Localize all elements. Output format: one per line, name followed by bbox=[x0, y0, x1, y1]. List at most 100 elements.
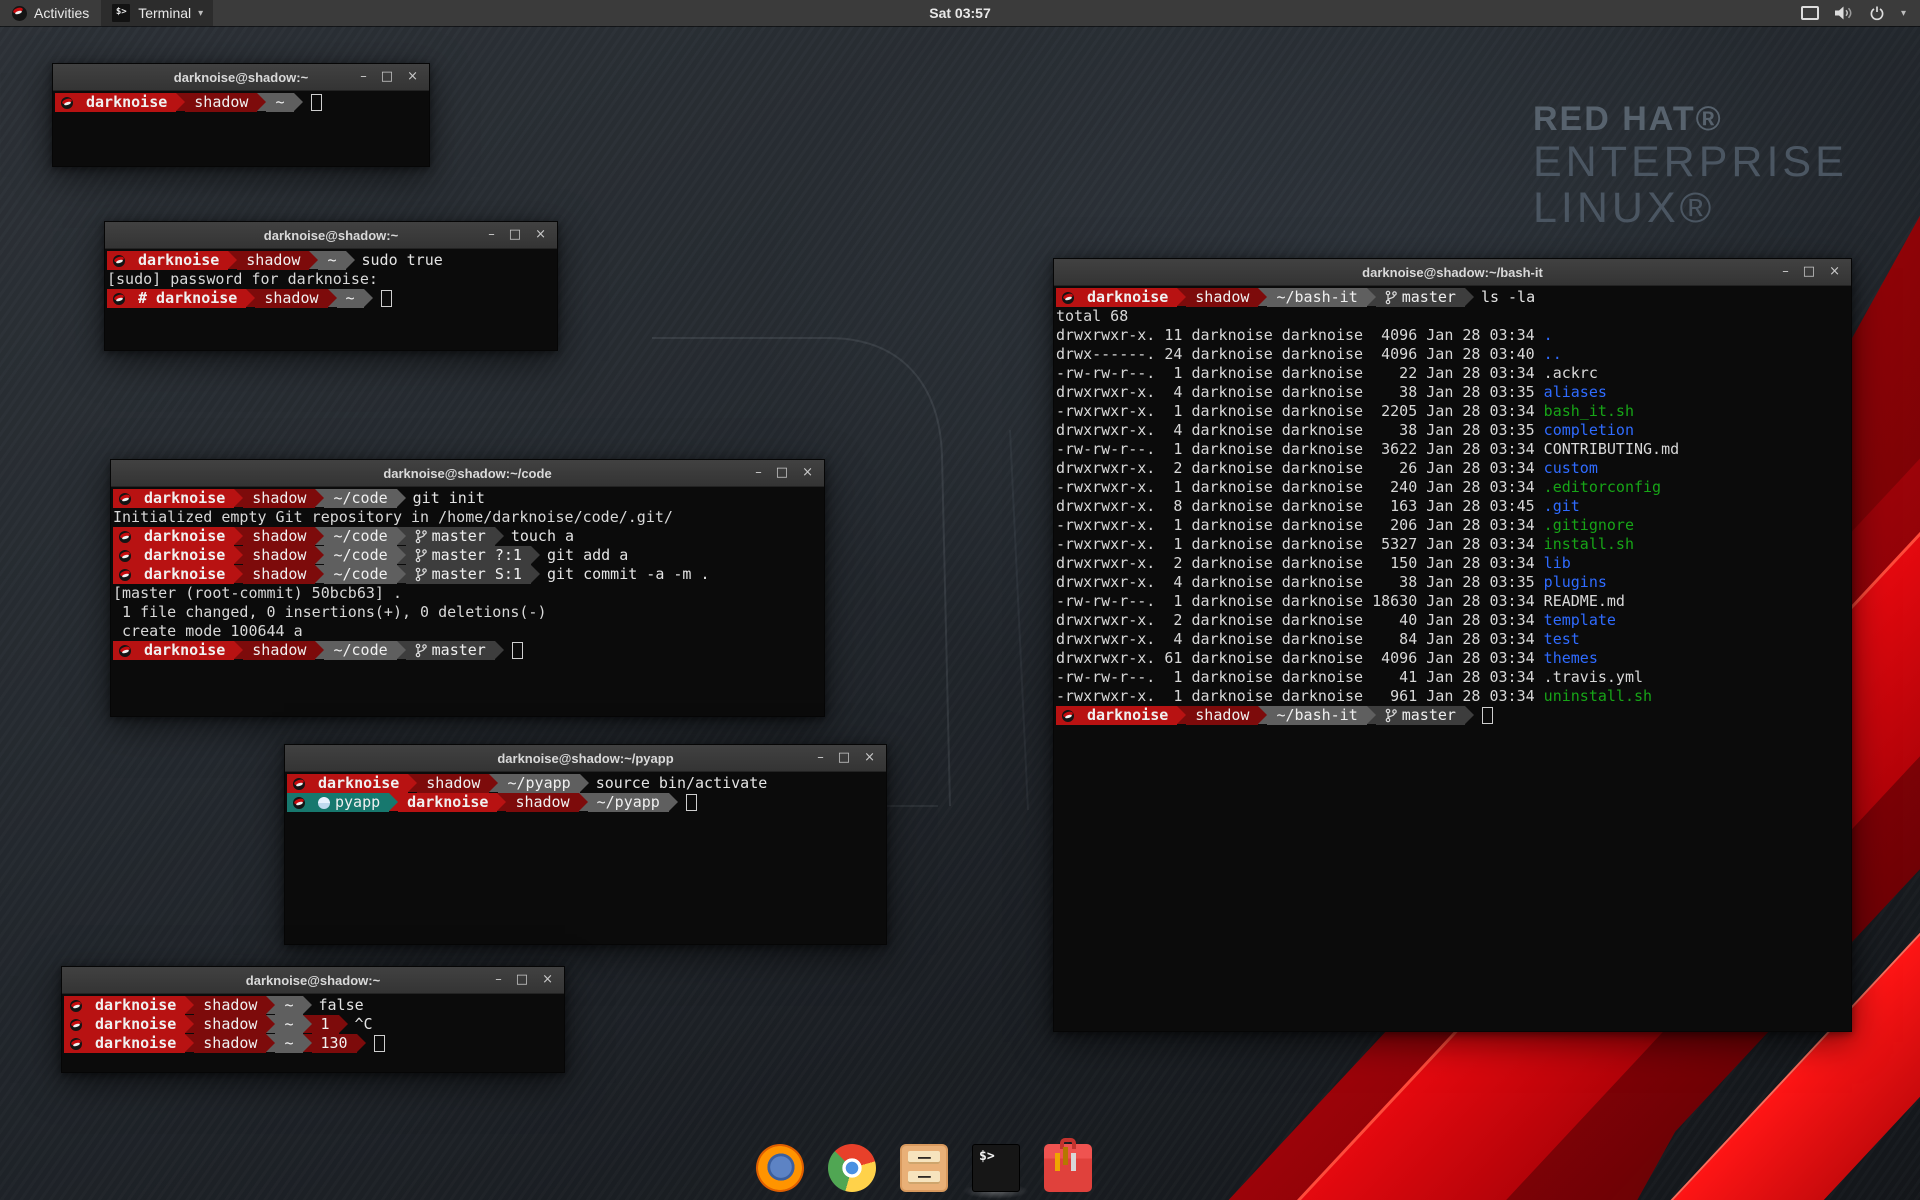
git-branch-icon bbox=[415, 529, 427, 544]
dock-item-toolbox[interactable] bbox=[1044, 1144, 1092, 1192]
redhat-prompt-icon bbox=[119, 531, 131, 543]
terminal-window-exit-codes[interactable]: darknoise@shadow:~–□×darknoiseshadow~fal… bbox=[61, 966, 565, 1073]
powerline-separator bbox=[408, 774, 417, 792]
minimize-button[interactable]: – bbox=[495, 967, 502, 993]
segment-label: 1 bbox=[321, 1015, 330, 1034]
segment-label: master bbox=[1402, 706, 1456, 725]
maximize-button[interactable]: □ bbox=[776, 460, 788, 486]
powerline-separator bbox=[397, 641, 406, 659]
segment-label: darknoise bbox=[144, 546, 225, 565]
prompt-line: darknoiseshadow~/pyappsource bin/activat… bbox=[287, 774, 884, 793]
powerline-separator bbox=[185, 1015, 194, 1033]
dock-item-chrome[interactable] bbox=[828, 1144, 876, 1192]
segment-label: ~/code bbox=[333, 489, 387, 508]
file-list-row: drwxrwxr-x. 4 darknoise darknoise 38 Jan… bbox=[1056, 573, 1849, 592]
file-name: .ackrc bbox=[1544, 364, 1598, 382]
file-list-row: -rw-rw-r--. 1 darknoise darknoise 3622 J… bbox=[1056, 440, 1849, 459]
segment-label: ~/code bbox=[333, 546, 387, 565]
terminal-content[interactable]: darknoiseshadow~/codegit initInitialized… bbox=[111, 487, 824, 662]
close-button[interactable]: × bbox=[535, 222, 546, 248]
redhat-prompt-icon bbox=[119, 569, 131, 581]
file-list-row: -rwxrwxr-x. 1 darknoise darknoise 2205 J… bbox=[1056, 402, 1849, 421]
rhel-branding: RED HAT® ENTERPRISE LINUX® bbox=[1533, 100, 1848, 232]
app-menu-terminal[interactable]: $> Terminal ▾ bbox=[101, 0, 213, 26]
powerline-separator bbox=[266, 996, 275, 1014]
close-button[interactable]: × bbox=[407, 64, 418, 90]
maximize-button[interactable]: □ bbox=[1803, 259, 1815, 285]
maximize-button[interactable]: □ bbox=[516, 967, 528, 993]
git-branch-icon bbox=[415, 643, 427, 658]
powerline-segment: darknoise bbox=[135, 565, 234, 584]
segment-label: shadow bbox=[203, 1034, 257, 1053]
terminal-window-sudo[interactable]: darknoise@shadow:~–□×darknoiseshadow~sud… bbox=[104, 221, 558, 351]
powerline-segment: ~/pyapp bbox=[498, 774, 579, 793]
dock-item-app-grid[interactable] bbox=[1116, 1144, 1164, 1192]
terminal-window-pyapp[interactable]: darknoise@shadow:~/pyapp–□×darknoiseshad… bbox=[284, 744, 887, 945]
minimize-button[interactable]: – bbox=[360, 64, 367, 90]
close-button[interactable]: × bbox=[864, 745, 875, 771]
segment-label: ~ bbox=[346, 289, 355, 308]
file-list-row: -rwxrwxr-x. 1 darknoise darknoise 5327 J… bbox=[1056, 535, 1849, 554]
dock-item-firefox[interactable] bbox=[756, 1144, 804, 1192]
maximize-button[interactable]: □ bbox=[509, 222, 521, 248]
terminal-content[interactable]: darknoiseshadow~falsedarknoiseshadow~1^C… bbox=[62, 994, 564, 1055]
segment-label: master S:1 bbox=[432, 565, 522, 584]
terminal-content[interactable]: darknoiseshadow~ bbox=[53, 91, 429, 114]
segment-label: darknoise bbox=[144, 489, 225, 508]
powerline-segment: darknoise bbox=[309, 774, 408, 793]
terminal-window-home[interactable]: darknoise@shadow:~–□×darknoiseshadow~ bbox=[52, 63, 430, 167]
terminal-content[interactable]: darknoiseshadow~sudo true[sudo] password… bbox=[105, 249, 557, 310]
window-titlebar[interactable]: darknoise@shadow:~–□× bbox=[53, 64, 429, 91]
redhat-prompt-icon bbox=[1062, 710, 1074, 722]
powerline-segment: darknoise bbox=[86, 996, 185, 1015]
maximize-button[interactable]: □ bbox=[838, 745, 850, 771]
redhat-prompt-icon bbox=[293, 778, 305, 790]
powerline-separator bbox=[328, 289, 337, 307]
activities-button[interactable]: Activities bbox=[0, 0, 101, 26]
power-icon bbox=[1869, 6, 1885, 21]
powerline-separator bbox=[397, 527, 406, 545]
minimize-button[interactable]: – bbox=[488, 222, 495, 248]
terminal-output-line: total 68 bbox=[1056, 307, 1849, 326]
powerline-separator bbox=[364, 289, 373, 307]
window-titlebar[interactable]: darknoise@shadow:~–□× bbox=[105, 222, 557, 249]
terminal-window-code[interactable]: darknoise@shadow:~/code–□×darknoiseshado… bbox=[110, 459, 825, 717]
close-button[interactable]: × bbox=[542, 967, 553, 993]
prompt-line: darknoiseshadow~/codemaster bbox=[113, 641, 822, 660]
window-controls: –□ × bbox=[488, 222, 557, 248]
close-button[interactable]: × bbox=[1829, 259, 1840, 285]
powerline-separator bbox=[580, 774, 589, 792]
powerline-separator bbox=[531, 546, 540, 564]
prompt-line: darknoiseshadow~ bbox=[55, 93, 427, 112]
terminal-output-line: create mode 100644 a bbox=[113, 622, 822, 641]
terminal-window-bash-it[interactable]: darknoise@shadow:~/bash-it–□×darknoisesh… bbox=[1053, 258, 1852, 1032]
terminal-content[interactable]: darknoiseshadow~/pyappsource bin/activat… bbox=[285, 772, 886, 814]
file-name: .travis.yml bbox=[1544, 668, 1643, 686]
terminal-cursor bbox=[311, 94, 322, 111]
window-titlebar[interactable]: darknoise@shadow:~/bash-it–□× bbox=[1054, 259, 1851, 286]
window-titlebar[interactable]: darknoise@shadow:~/code–□× bbox=[111, 460, 824, 487]
close-button[interactable]: × bbox=[802, 460, 813, 486]
dock-item-files[interactable] bbox=[900, 1144, 948, 1192]
prompt-lead bbox=[107, 289, 129, 308]
dock-item-terminal[interactable]: $> bbox=[972, 1144, 1020, 1192]
minimize-button[interactable]: – bbox=[755, 460, 762, 486]
minimize-button[interactable]: – bbox=[817, 745, 824, 771]
segment-label: ~ bbox=[284, 1034, 293, 1053]
window-titlebar[interactable]: darknoise@shadow:~/pyapp–□× bbox=[285, 745, 886, 772]
system-status-area[interactable]: ▾ bbox=[1801, 0, 1920, 26]
powerline-separator bbox=[303, 1015, 312, 1033]
minimize-button[interactable]: – bbox=[1782, 259, 1789, 285]
terminal-output-line: [sudo] password for darknoise: bbox=[107, 270, 555, 289]
file-list-row: -rw-rw-r--. 1 darknoise darknoise 18630 … bbox=[1056, 592, 1849, 611]
terminal-content[interactable]: darknoiseshadow~/bash-itmasterls -latota… bbox=[1054, 286, 1851, 727]
window-titlebar[interactable]: darknoise@shadow:~–□× bbox=[62, 967, 564, 994]
powerline-separator bbox=[397, 546, 406, 564]
command-text: sudo true bbox=[355, 251, 443, 270]
powerline-separator bbox=[1177, 288, 1186, 306]
segment-label: shadow bbox=[246, 251, 300, 270]
maximize-button[interactable]: □ bbox=[381, 64, 393, 90]
powerline-segment: shadow bbox=[185, 93, 257, 112]
segment-label: darknoise bbox=[144, 641, 225, 660]
powerline-separator bbox=[1367, 288, 1376, 306]
